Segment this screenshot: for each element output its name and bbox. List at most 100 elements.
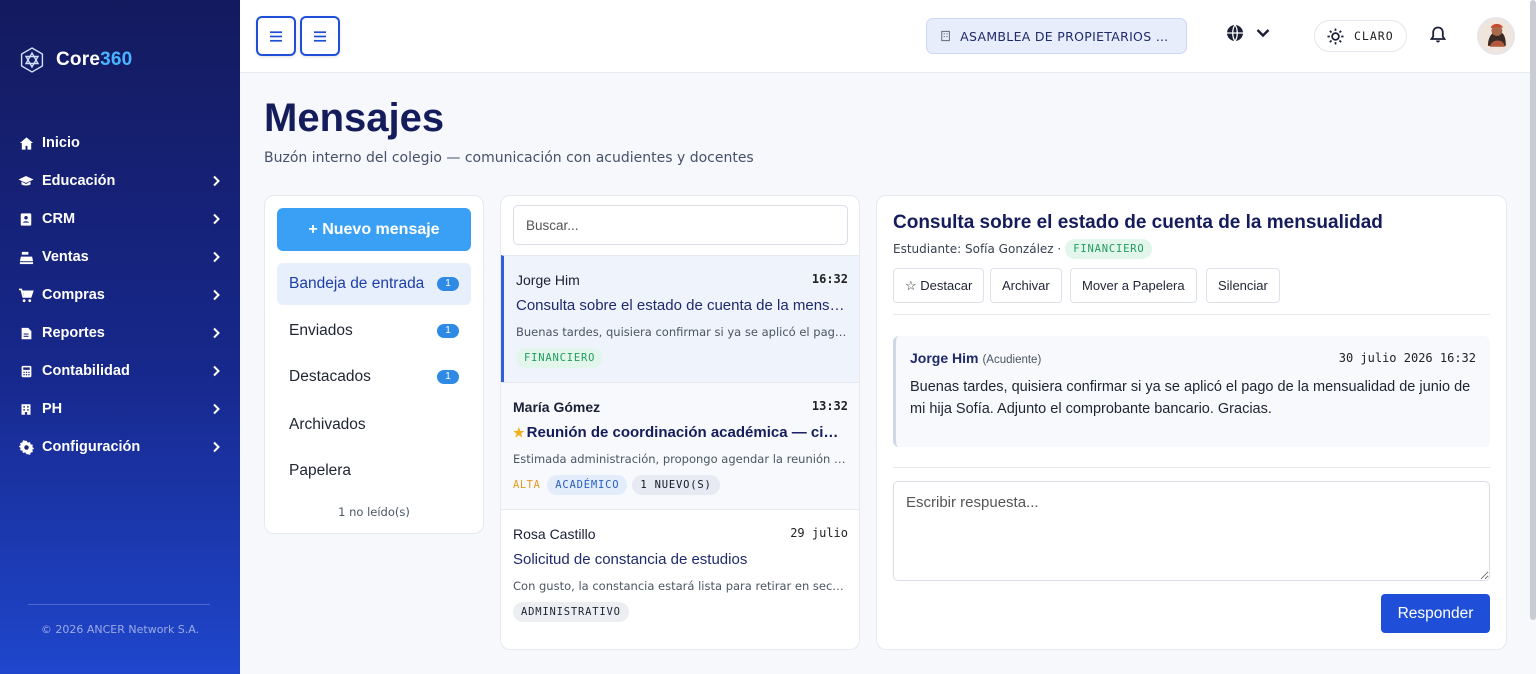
reply-textarea[interactable]	[893, 481, 1490, 581]
sun-icon	[1327, 27, 1344, 45]
message-list-panel: Jorge Him 16:32 Consulta sobre el estado…	[500, 195, 860, 650]
chevron-down-icon	[1256, 29, 1270, 38]
student-label: Estudiante: Sofía González ·	[893, 242, 1062, 256]
cart-icon	[18, 287, 34, 303]
page-title: Mensajes	[264, 96, 445, 140]
message-tags: FINANCIERO	[516, 348, 604, 368]
count-badge: 1	[437, 324, 459, 338]
category-tag: ACADÉMICO	[547, 475, 628, 495]
sidebar-nav: Inicio Educación CRM Ventas Compras Repo…	[0, 124, 240, 466]
search-input[interactable]	[513, 205, 848, 245]
report-icon	[18, 325, 34, 341]
folder-archived[interactable]: Archivados	[277, 404, 471, 446]
message-tags: ADMINISTRATIVO	[513, 602, 629, 622]
globe-icon	[1227, 24, 1243, 42]
brand-logo[interactable]: Core360	[18, 46, 132, 74]
sidebar-divider	[28, 604, 210, 605]
message-row[interactable]: Rosa Castillo 29 julio Solicitud de cons…	[501, 509, 859, 636]
sidebar-item-crm[interactable]: CRM	[0, 200, 240, 238]
sidebar-item-educacion[interactable]: Educación	[0, 162, 240, 200]
core360-logo-icon	[20, 47, 44, 73]
unread-count: 1 no leído(s)	[338, 505, 410, 519]
chevron-right-icon	[213, 213, 220, 225]
folder-sent[interactable]: Enviados 1	[277, 310, 471, 352]
page-scrollbar[interactable]	[1530, 0, 1536, 620]
divider	[893, 314, 1490, 315]
count-badge: 1	[437, 370, 459, 384]
message-time: 16:32	[811, 272, 848, 286]
message-preview: Estimada administración, propongo agenda…	[513, 452, 848, 466]
topbar: ASAMBLEA DE PROPIETARIOS DE ... CLARO	[240, 0, 1536, 73]
sidebar-item-configuracion[interactable]: Configuración	[0, 428, 240, 466]
message-time: 29 julio	[790, 526, 848, 540]
sidebar-item-compras[interactable]: Compras	[0, 276, 240, 314]
sidebar-item-contabilidad[interactable]: Contabilidad	[0, 352, 240, 390]
message-sender: Rosa Castillo	[513, 526, 596, 542]
organization-name: ASAMBLEA DE PROPIETARIOS DE ...	[960, 28, 1172, 44]
category-tag: ADMINISTRATIVO	[513, 602, 629, 622]
message-subject: Solicitud de constancia de estudios	[513, 551, 748, 568]
new-message-button[interactable]: + Nuevo mensaje	[277, 208, 471, 251]
reply-button[interactable]: Responder	[1381, 594, 1490, 633]
chevron-right-icon	[213, 441, 220, 453]
star-button[interactable]: ☆ Destacar	[893, 268, 985, 303]
toggle-menu-button[interactable]	[300, 16, 340, 56]
sidebar-item-ventas[interactable]: Ventas	[0, 238, 240, 276]
organization-selector[interactable]: ASAMBLEA DE PROPIETARIOS DE ...	[926, 18, 1187, 54]
message-detail-panel: Consulta sobre el estado de cuenta de la…	[876, 195, 1507, 650]
gear-icon	[18, 439, 34, 455]
message-sender: María Gómez	[513, 399, 601, 415]
message-row[interactable]: María Gómez 13:32 ★ Reunión de coordinaci…	[501, 382, 859, 509]
sidebar-item-reportes[interactable]: Reportes	[0, 314, 240, 352]
theme-toggle[interactable]: CLARO	[1314, 20, 1407, 52]
message-author: Jorge Him (Acudiente)	[910, 350, 1042, 366]
folder-starred[interactable]: Destacados 1	[277, 356, 471, 398]
message-preview: Con gusto, la constancia estará lista pa…	[513, 579, 848, 593]
divider	[893, 467, 1490, 468]
message-time: 13:32	[811, 399, 848, 413]
theme-label: CLARO	[1354, 29, 1394, 43]
folders-panel: + Nuevo mensaje Bandeja de entrada 1 Env…	[264, 195, 484, 534]
copyright: © 2026 ANCER Network S.A.	[40, 623, 200, 636]
chevron-right-icon	[213, 175, 220, 187]
cash-register-icon	[18, 249, 34, 265]
graduation-cap-icon	[18, 173, 34, 189]
menu-icon	[270, 30, 282, 42]
brand-name: Core360	[56, 49, 133, 70]
user-avatar[interactable]	[1477, 17, 1515, 55]
calculator-icon	[18, 363, 34, 379]
move-to-trash-button[interactable]: Mover a Papelera	[1070, 268, 1197, 303]
message-card: Jorge Him (Acudiente) 30 julio 2026 16:32…	[893, 336, 1490, 447]
message-row[interactable]: Jorge Him 16:32 Consulta sobre el estado…	[501, 255, 859, 382]
message-subject: Consulta sobre el estado de cuenta de la…	[516, 297, 849, 314]
building-icon	[18, 401, 34, 417]
mute-button[interactable]: Silenciar	[1206, 268, 1280, 303]
chevron-right-icon	[213, 327, 220, 339]
toggle-sidebar-button[interactable]	[256, 16, 296, 56]
category-tag: FINANCIERO	[516, 348, 604, 368]
star-icon: ★	[513, 425, 525, 440]
message-sender: Jorge Him	[516, 272, 580, 288]
chevron-right-icon	[213, 289, 220, 301]
message-preview: Buenas tardes, quisiera confirmar si ya …	[516, 325, 851, 339]
author-role: (Acudiente)	[982, 354, 1042, 366]
menu-icon	[314, 30, 326, 42]
folder-inbox[interactable]: Bandeja de entrada 1	[277, 263, 471, 305]
notifications-button[interactable]	[1429, 26, 1447, 48]
priority-label: ALTA	[513, 479, 541, 491]
new-count-tag: 1 NUEVO(S)	[632, 475, 720, 495]
bell-icon	[1429, 26, 1447, 43]
message-subject: ★ Reunión de coordinación académica — cie…	[513, 424, 846, 441]
folder-trash[interactable]: Papelera	[277, 450, 471, 492]
chevron-right-icon	[213, 403, 220, 415]
page-subtitle: Buzón interno del colegio — comunicación…	[264, 150, 754, 166]
language-selector[interactable]	[1226, 24, 1270, 42]
sidebar-item-inicio[interactable]: Inicio	[0, 124, 240, 162]
chevron-right-icon	[213, 365, 220, 377]
unread-badge: 1	[437, 277, 459, 291]
building-icon	[941, 30, 950, 42]
sidebar-item-ph[interactable]: PH	[0, 390, 240, 428]
archive-button[interactable]: Archivar	[990, 268, 1062, 303]
sidebar: Core360 Inicio Educación CRM Ventas Comp…	[0, 0, 240, 674]
home-icon	[18, 135, 34, 151]
